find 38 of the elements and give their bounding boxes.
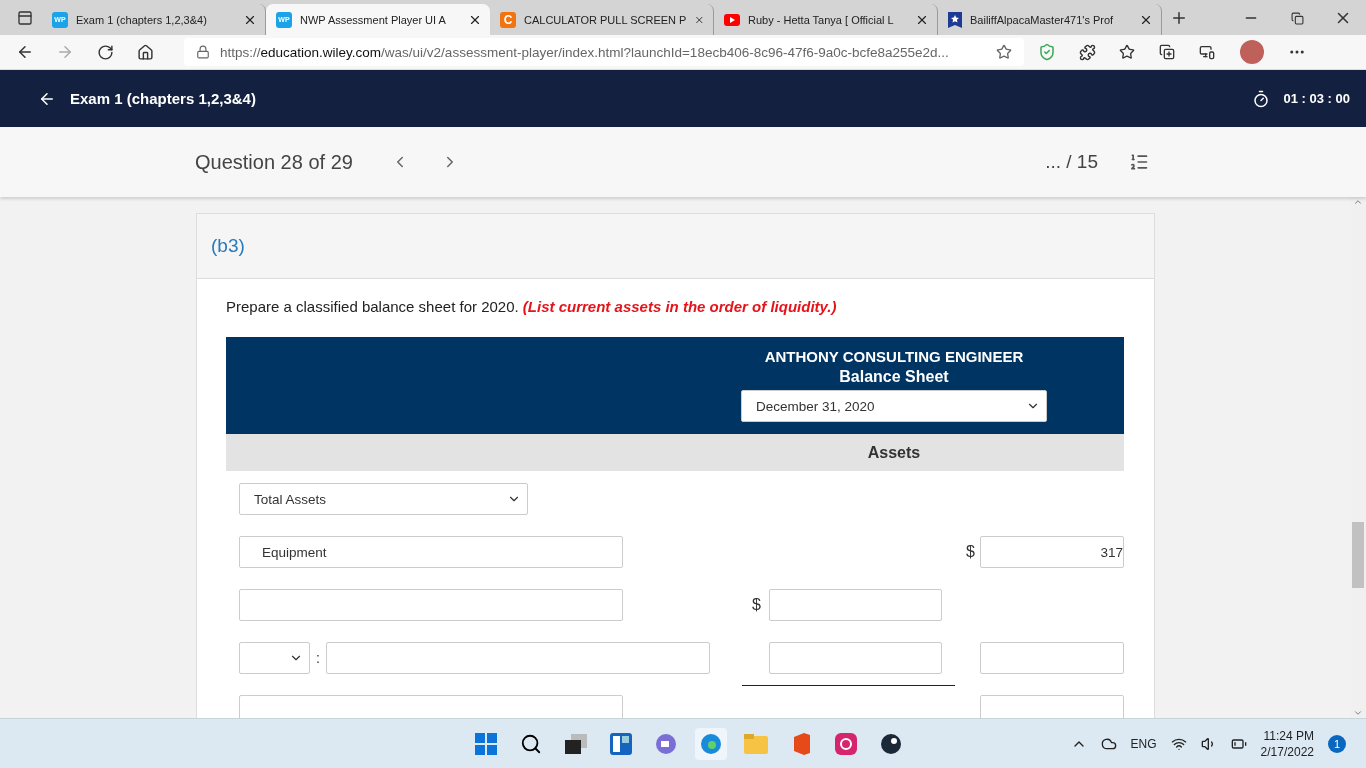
amount-field[interactable]: 317 <box>980 536 1124 568</box>
account-field[interactable]: Equipment <box>239 536 623 568</box>
language-indicator[interactable]: ENG <box>1130 736 1157 751</box>
clock[interactable]: 11:24 PM 2/17/2022 <box>1260 727 1314 760</box>
amount-field[interactable] <box>769 642 942 674</box>
scrollbar[interactable] <box>1350 197 1366 718</box>
company-name: ANTHONY CONSULTING ENGINEER <box>764 347 1024 367</box>
scroll-up-icon[interactable] <box>1353 197 1363 207</box>
amount-field[interactable] <box>980 642 1124 674</box>
tab-favicon: C <box>500 11 516 28</box>
account-dropdown[interactable]: Total Assets <box>239 483 528 515</box>
amount-field[interactable] <box>980 695 1124 718</box>
exam-title: Exam 1 (chapters 1,2,3&4) <box>70 90 257 107</box>
question-counter: Question 28 of 29 <box>195 150 353 174</box>
account-field[interactable] <box>239 695 623 718</box>
timer: 01 : 03 : 00 <box>1283 91 1350 106</box>
instruction: Prepare a classified balance sheet for 2020. (List current assets in the order of liquidity.) <box>226 298 838 315</box>
currency-sign: $ <box>966 543 976 561</box>
star-shield-icon <box>948 11 962 28</box>
address-bar[interactable]: https://education.wiley.com/was/ui/v2/assessment-player/index.html?launchId=18ecb406-8c96-47f6-9a0c-bcfe8a255e2d... <box>184 38 1024 66</box>
instruction-note: (List current assets in the order of liquidity.) <box>522 298 837 315</box>
section-title: Assets <box>867 443 921 462</box>
part-label: (b3) <box>211 235 245 257</box>
sheet-title: Balance Sheet <box>839 367 949 387</box>
scroll-down-icon[interactable] <box>1353 708 1363 718</box>
notification-badge[interactable]: 1 <box>1328 734 1346 753</box>
browser-icon[interactable] <box>695 727 727 760</box>
account-field[interactable] <box>239 589 623 621</box>
play-icon <box>724 13 740 26</box>
amount-field[interactable] <box>769 589 942 621</box>
date-dropdown[interactable]: December 31, 2020 <box>741 390 1047 422</box>
profile-avatar[interactable] <box>1240 40 1264 64</box>
colon-separator: : <box>316 650 320 666</box>
currency-sign: $ <box>752 596 762 614</box>
scrollbar-thumb[interactable] <box>1352 522 1364 588</box>
timer-icon <box>1251 89 1270 108</box>
account-field[interactable] <box>325 642 710 674</box>
score: ... / 15 <box>1045 151 1098 173</box>
